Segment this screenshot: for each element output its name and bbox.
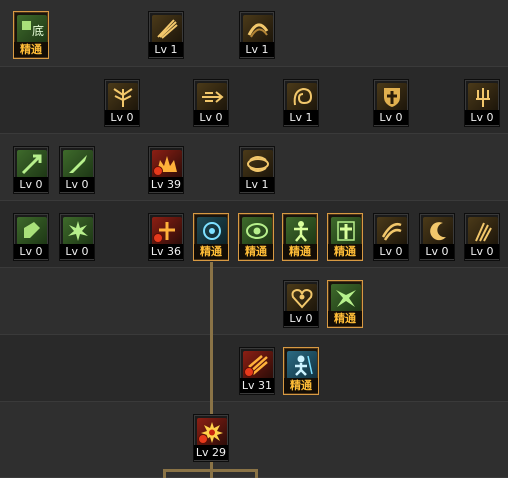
- green-splash-icon: [331, 284, 361, 312]
- skill-level-label: Lv 29: [194, 445, 228, 460]
- skill-level-label: 精通: [239, 244, 273, 259]
- green-burst-icon: [63, 217, 93, 245]
- skill-level-label: Lv 0: [14, 244, 48, 259]
- skill-row2-col2[interactable]: Lv 0: [193, 79, 229, 127]
- skill-level-label: Lv 36: [149, 244, 183, 259]
- skill-row1-col3[interactable]: Lv 1: [239, 11, 275, 59]
- gold-slash-icon: [152, 15, 182, 43]
- skill-level-label: Lv 0: [374, 110, 408, 125]
- tree-connector-left: [163, 469, 166, 478]
- skill-tier-2: [0, 67, 508, 134]
- skill-row4-col8[interactable]: Lv 0: [373, 213, 409, 261]
- skill-level-label: 精通: [14, 42, 48, 57]
- skill-level-label: 精通: [283, 244, 317, 259]
- gold-dash-icon: [197, 83, 227, 111]
- skill-level-label: Lv 0: [60, 177, 94, 192]
- skill-row2-col3[interactable]: Lv 1: [283, 79, 319, 127]
- skill-level-label: 精通: [328, 311, 362, 326]
- skill-row6-col2[interactable]: 精通: [283, 347, 319, 395]
- skill-level-label: Lv 1: [149, 42, 183, 57]
- skill-level-label: 精通: [284, 378, 318, 393]
- alert-badge-icon: [198, 434, 208, 444]
- skill-level-label: Lv 1: [240, 177, 274, 192]
- gold-trident-icon: [468, 83, 498, 111]
- skill-level-label: Lv 39: [149, 177, 183, 192]
- skill-row5-col1[interactable]: Lv 0: [283, 280, 319, 328]
- gold-streak-icon: [468, 217, 498, 245]
- skill-row2-col5[interactable]: Lv 0: [464, 79, 500, 127]
- alert-badge-icon: [244, 367, 254, 377]
- skill-row4-col3[interactable]: Lv 36: [148, 213, 184, 261]
- skill-row3-col3[interactable]: Lv 39: [148, 146, 184, 194]
- skill-level-label: Lv 0: [14, 177, 48, 192]
- skill-row4-col10[interactable]: Lv 0: [464, 213, 500, 261]
- green-square-icon: [17, 217, 47, 245]
- blue-warrior-icon: [287, 351, 317, 379]
- green-eye-icon: [242, 217, 272, 245]
- skill-row4-col7[interactable]: 精通: [327, 213, 363, 261]
- skill-level-label: Lv 0: [465, 244, 499, 259]
- gold-spiral-icon: [287, 83, 317, 111]
- skill-level-label: 精通: [194, 244, 228, 259]
- gold-shield-icon: [377, 83, 407, 111]
- skill-tier-7: [0, 402, 508, 478]
- skill-row3-col1[interactable]: Lv 0: [13, 146, 49, 194]
- skill-row2-col4[interactable]: Lv 0: [373, 79, 409, 127]
- skill-row2-col1[interactable]: Lv 0: [104, 79, 140, 127]
- skill-level-label: Lv 0: [284, 311, 318, 326]
- tree-connector-horizontal: [163, 469, 258, 472]
- alert-badge-icon: [153, 233, 163, 243]
- gold-vortex-icon: [243, 150, 273, 178]
- skill-row1-col1[interactable]: 底 精通: [13, 11, 49, 59]
- green-holy-cross-icon: [331, 217, 361, 245]
- green-arrow-icon: [17, 150, 47, 178]
- skill-level-label: Lv 1: [284, 110, 318, 125]
- green-tile-icon: 底: [17, 15, 47, 43]
- skill-level-label: Lv 0: [420, 244, 454, 259]
- skill-row4-col5[interactable]: 精通: [238, 213, 274, 261]
- skill-row7-col1[interactable]: Lv 29: [193, 414, 229, 462]
- skill-row1-col2[interactable]: Lv 1: [148, 11, 184, 59]
- green-orb-icon: [197, 217, 227, 245]
- skill-level-label: Lv 0: [105, 110, 139, 125]
- skill-level-label: Lv 0: [465, 110, 499, 125]
- gold-swirl-icon: [243, 15, 273, 43]
- tree-connector-right: [255, 469, 258, 478]
- gold-crescent-icon: [423, 217, 453, 245]
- skill-level-label: Lv 0: [194, 110, 228, 125]
- gold-wings-icon: [108, 83, 138, 111]
- skill-row4-col2[interactable]: Lv 0: [59, 213, 95, 261]
- green-blade-icon: [63, 150, 93, 178]
- green-figure-icon: [286, 217, 316, 245]
- skill-row4-col4[interactable]: 精通: [193, 213, 229, 261]
- skill-row4-col9[interactable]: Lv 0: [419, 213, 455, 261]
- svg-text:底: 底: [32, 23, 44, 38]
- skill-level-label: Lv 0: [374, 244, 408, 259]
- skill-row4-col1[interactable]: Lv 0: [13, 213, 49, 261]
- skill-level-label: Lv 1: [240, 42, 274, 57]
- skill-row3-col4[interactable]: Lv 1: [239, 146, 275, 194]
- skill-row4-col6[interactable]: 精通: [282, 213, 318, 261]
- alert-badge-icon: [153, 166, 163, 176]
- skill-level-label: 精通: [328, 244, 362, 259]
- skill-tier-5: [0, 268, 508, 335]
- skill-row5-col2[interactable]: 精通: [327, 280, 363, 328]
- skill-level-label: Lv 31: [240, 378, 274, 393]
- gold-wave-icon: [377, 217, 407, 245]
- gold-heart-icon: [287, 284, 317, 312]
- skill-row6-col1[interactable]: Lv 31: [239, 347, 275, 395]
- skill-row3-col2[interactable]: Lv 0: [59, 146, 95, 194]
- skill-level-label: Lv 0: [60, 244, 94, 259]
